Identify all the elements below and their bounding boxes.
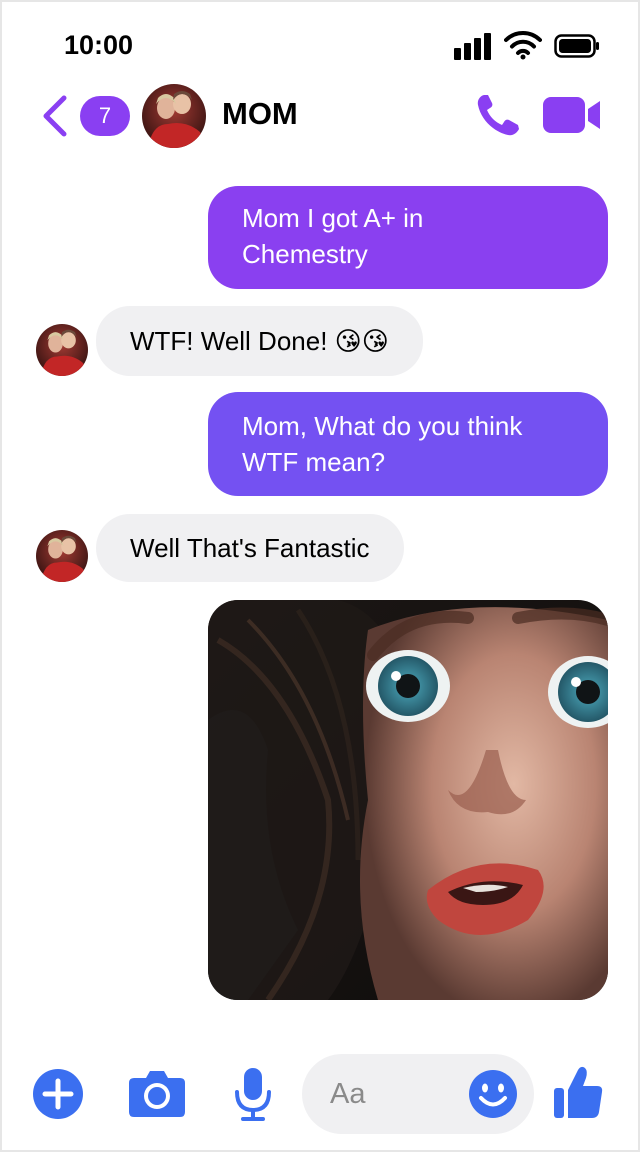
message-bubble-incoming[interactable]: WTF! Well Done! 😘😘: [96, 306, 423, 376]
battery-icon: [554, 34, 599, 58]
message-text: WTF mean?: [242, 447, 386, 477]
emoji-icon[interactable]: [468, 1069, 518, 1119]
contact-avatar[interactable]: [142, 84, 206, 148]
message-image[interactable]: [208, 600, 608, 1000]
sender-avatar[interactable]: [36, 530, 88, 582]
plus-icon[interactable]: [32, 1068, 84, 1120]
message-bubble-outgoing[interactable]: Mom, What do you think WTF mean?: [208, 392, 608, 496]
message-text: Well That's Fantastic: [130, 533, 370, 563]
microphone-icon[interactable]: [232, 1066, 274, 1122]
status-time: 10:00: [64, 30, 134, 60]
message-text: Chemestry: [242, 239, 368, 269]
message-bubble-outgoing[interactable]: Mom I got A+ in Chemestry: [208, 186, 608, 289]
video-call-icon[interactable]: [542, 94, 602, 136]
message-text: Mom I got A+ in: [242, 203, 424, 233]
chat-header: 7 MOM: [2, 82, 638, 152]
message-text: WTF! Well Done! 😘😘: [130, 326, 389, 356]
message-bubble-incoming[interactable]: Well That's Fantastic: [96, 514, 404, 582]
back-chevron-icon[interactable]: [40, 94, 70, 138]
phone-call-icon[interactable]: [474, 92, 524, 138]
camera-icon[interactable]: [128, 1068, 186, 1118]
status-bar: 10:00: [2, 2, 638, 92]
contact-name: MOM: [222, 96, 298, 131]
message-input-container[interactable]: [302, 1054, 534, 1134]
thumbs-up-icon[interactable]: [552, 1064, 604, 1120]
sender-avatar[interactable]: [36, 324, 88, 376]
message-composer: [2, 1042, 638, 1142]
cellular-signal-icon: [452, 32, 492, 60]
message-input[interactable]: [330, 1074, 460, 1114]
unread-count-badge[interactable]: 7: [80, 96, 130, 136]
message-text: Mom, What do you think: [242, 411, 523, 441]
wifi-icon: [504, 30, 542, 60]
